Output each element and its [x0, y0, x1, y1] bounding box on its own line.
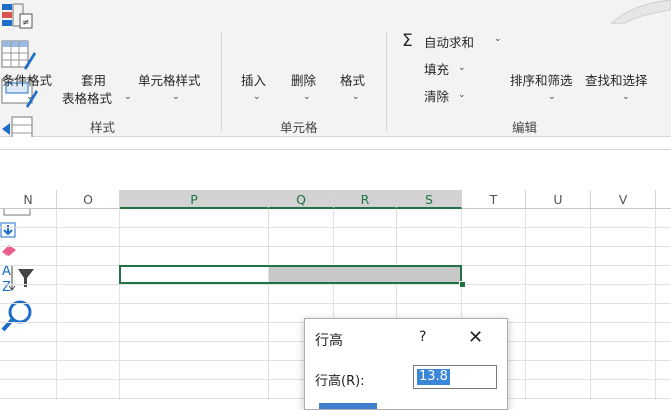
column-header-r[interactable]: R	[334, 190, 397, 209]
selected-range[interactable]	[119, 265, 462, 284]
fill-down-icon	[0, 222, 16, 238]
grid-column-line	[525, 209, 526, 400]
row-height-input[interactable]: 13.8	[413, 365, 497, 389]
format-as-table-icon	[1, 40, 36, 70]
column-label: O	[83, 192, 93, 207]
chevron-down-icon: ⌄	[303, 92, 311, 102]
grid-column-line	[56, 209, 57, 400]
sigma-icon: Σ	[402, 31, 413, 51]
ribbon-bottom-strip	[0, 137, 671, 150]
styles-group-label: 样式	[90, 120, 116, 135]
column-header-p[interactable]: P	[120, 190, 269, 209]
dialog-title: 行高	[315, 333, 343, 349]
close-icon[interactable]: ✕	[468, 327, 483, 348]
sort-filter-label: 排序和筛选	[510, 73, 573, 88]
format-as-table-label-line1: 套用	[81, 73, 107, 88]
column-header-u[interactable]: U	[526, 190, 591, 209]
column-header-s[interactable]: S	[397, 190, 462, 209]
chevron-down-icon: ⌄	[26, 92, 34, 102]
sort-filter-icon: A Z	[2, 264, 34, 295]
grid-row-line	[0, 284, 671, 285]
format-as-table-label-line2: 表格格式	[62, 91, 113, 106]
chevron-down-icon: ⌄	[622, 92, 630, 102]
ribbon: ≠ 条件格式 ⌄ 套用 表格格式 ⌄ 单元格样式 ⌄ 样式 插入 ⌄ 删除 ⌄ …	[0, 0, 671, 332]
row-height-value: 13.8	[417, 369, 450, 385]
column-label: T	[489, 192, 498, 207]
clear-button[interactable]: 清除 ⌄	[0, 89, 671, 261]
column-header-q[interactable]: Q	[269, 190, 334, 209]
column-header-n[interactable]: N	[0, 190, 57, 209]
chevron-down-icon: ⌄	[253, 92, 261, 102]
grid-row-line	[0, 303, 671, 304]
chevron-down-icon: ⌄	[458, 63, 466, 73]
column-label: V	[618, 192, 628, 207]
formula-bar-area	[0, 150, 671, 190]
fill-button[interactable]: 填充 ⌄	[0, 62, 671, 242]
chevron-down-icon: ⌄	[548, 92, 556, 102]
cells-group-label: 单元格	[280, 120, 318, 135]
cell-styles-label: 单元格样式	[138, 73, 201, 88]
autosum-label: 自动求和	[424, 35, 475, 50]
ribbon-decoration-icon	[610, 0, 671, 24]
insert-label: 插入	[241, 73, 267, 88]
grid-column-line	[590, 209, 591, 400]
column-label: N	[23, 192, 33, 207]
grid-column-line	[119, 209, 120, 400]
grid-row-line	[0, 246, 671, 247]
chevron-down-icon: ⌄	[458, 90, 466, 100]
group-separator	[221, 32, 222, 132]
ok-button[interactable]	[319, 403, 377, 409]
svg-text:A: A	[2, 264, 11, 279]
chevron-down-icon: ⌄	[494, 34, 502, 44]
clear-label: 清除	[424, 89, 450, 104]
fill-label: 填充	[424, 62, 450, 77]
format-as-table-button[interactable]: 套用 表格格式 ⌄	[0, 38, 671, 106]
row-height-label: 行高(R):	[315, 374, 365, 389]
column-label: Q	[296, 192, 306, 207]
column-label: P	[190, 192, 198, 207]
conditional-format-icon: ≠	[2, 3, 33, 29]
column-label: R	[360, 192, 370, 207]
column-header-w[interactable]	[656, 190, 671, 209]
fill-handle[interactable]	[459, 281, 466, 288]
column-label: U	[553, 192, 563, 207]
chevron-down-icon: ⌄	[352, 92, 360, 102]
grid-column-line	[655, 209, 656, 400]
column-header-v[interactable]: V	[591, 190, 656, 209]
conditional-format-label: 条件格式	[2, 73, 53, 88]
find-select-label: 查找和选择	[585, 73, 648, 88]
column-header-o[interactable]: O	[57, 190, 120, 209]
svg-text:≠: ≠	[22, 18, 30, 28]
row-height-dialog: 行高 ? ✕ 行高(R): 13.8	[304, 318, 508, 410]
editing-group-label: 编辑	[512, 120, 538, 135]
column-label: S	[425, 192, 433, 207]
format-label: 格式	[340, 73, 366, 88]
column-header-t[interactable]: T	[462, 190, 526, 209]
grid-column-line	[268, 209, 269, 400]
conditional-format-button[interactable]: ≠ 条件格式 ⌄	[0, 0, 671, 102]
grid-row-line	[0, 227, 671, 228]
group-separator	[386, 32, 387, 132]
chevron-down-icon: ⌄	[124, 92, 132, 102]
help-button[interactable]: ?	[419, 329, 426, 345]
magnifier-icon	[1, 300, 32, 332]
chevron-down-icon: ⌄	[172, 92, 180, 102]
delete-label: 删除	[291, 73, 317, 88]
